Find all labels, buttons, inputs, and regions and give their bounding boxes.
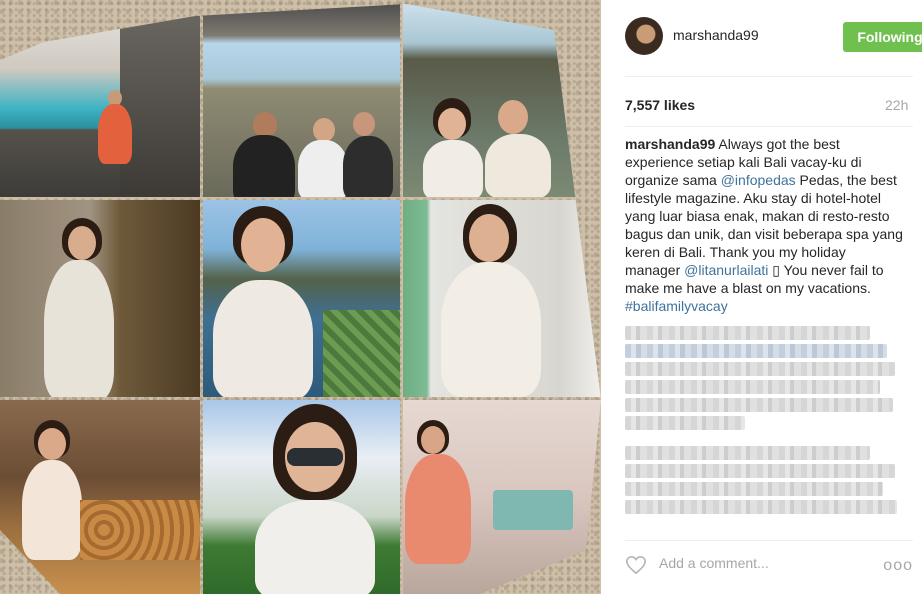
blurred-comment [625,446,901,518]
likes-divider [625,126,913,127]
photo-tile-group-pier [203,4,400,197]
photo-collage [0,4,601,594]
photo-tile-bakery [0,400,200,594]
mention-link-infopedas[interactable]: @infopedas [721,172,796,188]
post-caption: marshanda99 Always got the best experien… [625,135,903,315]
post-timestamp[interactable]: 22h [885,97,908,113]
more-options-icon[interactable]: ooo [883,557,913,575]
header-divider [625,76,913,77]
comment-divider [625,540,913,541]
username-link[interactable]: marshanda99 [673,27,759,43]
post-sidebar: marshanda99 Following 7,557 likes 22h ma… [601,0,922,594]
caption-username-link[interactable]: marshanda99 [625,136,715,152]
comment-bar: Add a comment... ooo [625,551,913,581]
photo-tile-laughing [203,200,400,397]
photo-tile-white-top [403,200,601,397]
photo-tile-white-dress-room [0,200,200,397]
photo-tile-spa [403,400,601,594]
post-photo[interactable] [0,0,601,594]
avatar[interactable] [625,17,663,55]
mention-link-litanurlailati[interactable]: @litanurlailati [684,262,768,278]
photo-tile-two-women [403,4,601,197]
add-comment-input[interactable]: Add a comment... [659,555,769,571]
hashtag-link[interactable]: #balifamilyvacay [625,298,728,314]
photo-tile-sunglasses [203,400,400,594]
post-header: marshanda99 Following [625,17,922,57]
heart-outline-icon[interactable] [625,555,647,575]
following-button[interactable]: Following [843,22,922,52]
likes-count[interactable]: 7,557 likes [625,97,695,113]
photo-tile-pool [0,4,200,197]
blurred-comment [625,326,901,434]
